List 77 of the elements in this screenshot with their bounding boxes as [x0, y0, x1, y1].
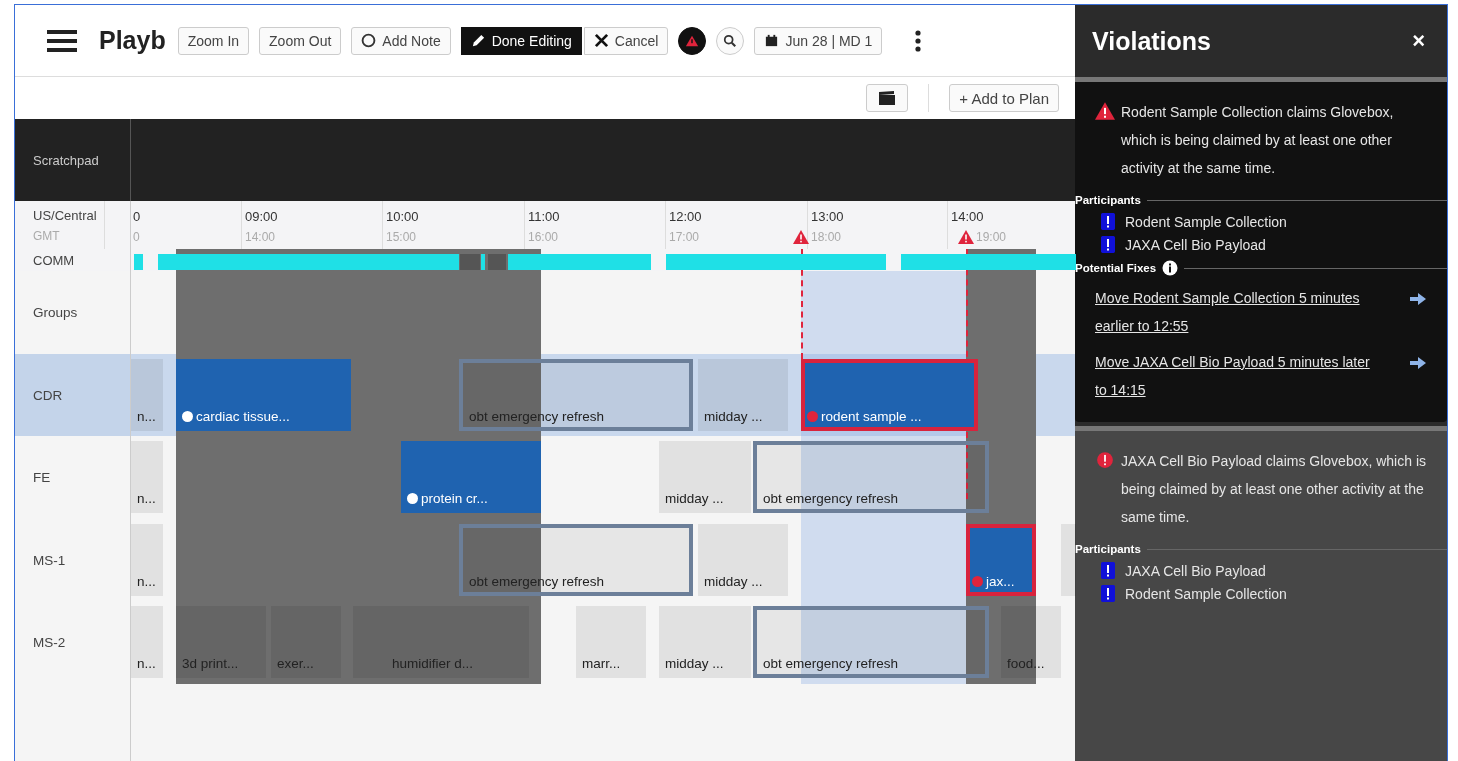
violations-button[interactable]	[678, 26, 707, 55]
activity-badge-icon	[1101, 213, 1115, 230]
toolbar-button[interactable]: Cancel	[583, 26, 669, 55]
time-tick-label: 0	[133, 230, 140, 244]
toolbar-button[interactable]: Zoom Out	[259, 26, 342, 55]
activity-badge-icon	[1101, 585, 1115, 602]
calendar-icon	[764, 33, 780, 48]
activity-block[interactable]: n...	[131, 524, 163, 596]
time-tick-label: 15:00	[386, 230, 417, 244]
panel-title: Violations	[1092, 26, 1211, 56]
pencil-icon	[470, 33, 486, 48]
time-tick-label: 14:00	[951, 209, 984, 224]
circle-icon	[361, 33, 377, 48]
activity-block[interactable]: rodent sample ...	[801, 359, 978, 431]
time-tick-label: 11:00	[528, 209, 560, 224]
time-tick-label: 12:00	[669, 209, 702, 224]
toolbar-button[interactable]: Add Note	[351, 26, 451, 55]
activity-block[interactable]: jax...	[966, 524, 1036, 596]
time-tick-label: 16:00	[528, 230, 559, 244]
activity-block[interactable]: n...	[131, 359, 163, 431]
fix-link[interactable]: Move Rodent Sample Collection 5 minutes earlier to 12:55	[1095, 284, 1370, 340]
participant-name: JAXA Cell Bio Payload	[1125, 562, 1266, 579]
activity-block[interactable]	[1061, 524, 1076, 596]
activity-badge-icon	[1101, 562, 1115, 579]
activity-block[interactable]: midday ...	[659, 606, 751, 678]
warning-icon	[1095, 102, 1115, 120]
menu-button[interactable]	[47, 28, 77, 53]
time-tick-label: 19:00	[976, 230, 1007, 244]
timezone-label: US/Central	[33, 207, 97, 223]
time-tick-label: 14:00	[245, 230, 276, 244]
activity-block[interactable]: n...	[131, 441, 163, 513]
add-to-plan-button[interactable]: + Add to Plan	[949, 84, 1059, 112]
section-label: Participants	[1075, 194, 1141, 206]
search-icon	[723, 33, 738, 48]
close-button[interactable]: ×	[1412, 28, 1425, 54]
activity-block[interactable]: marr...	[576, 606, 646, 678]
warning-icon	[793, 230, 809, 244]
section-label: Participants	[1075, 543, 1141, 555]
info-icon	[1162, 260, 1179, 276]
timezone-label: GMT	[33, 228, 60, 243]
toolbar-button[interactable]: Done Editing	[460, 26, 582, 55]
toolbar-button[interactable]: Zoom In	[177, 26, 250, 55]
participant-name: Rodent Sample Collection	[1125, 213, 1287, 230]
time-tick-label: 0	[133, 209, 141, 224]
violation-message: Rodent Sample Collection claims Glovebox, which is being claimed by at least one other activity at the same time.	[1121, 103, 1395, 178]
activity-block[interactable]: cardiac tissue...	[176, 359, 351, 431]
violation-card[interactable]: JAXA Cell Bio Payload claims Glovebox, which is being claimed by at least one other activity at the same time. Participants JAXA Cell Bio Payload Rodent Sample Collection	[1075, 426, 1447, 761]
participant-name: Rodent Sample Collection	[1125, 585, 1287, 602]
time-tick-label: 13:00	[811, 209, 844, 224]
activity-block[interactable]: midday ...	[659, 441, 751, 513]
time-tick-label: 17:00	[669, 230, 700, 244]
warning-icon	[958, 230, 974, 244]
time-tick-label: 10:00	[386, 209, 419, 224]
fix-link[interactable]: Move JAXA Cell Bio Payload 5 minutes later to 14:15	[1095, 348, 1370, 404]
row-label[interactable]: CDR	[15, 354, 131, 436]
activity-block[interactable]: obt emergency refresh	[753, 441, 989, 513]
clapperboard-button[interactable]	[866, 84, 909, 112]
activity-block[interactable]: n...	[131, 606, 163, 678]
participant-name: JAXA Cell Bio Payload	[1125, 236, 1266, 253]
arrow-icon[interactable]	[1409, 356, 1427, 370]
time-tick-label: 18:00	[811, 230, 842, 244]
violation-card[interactable]	[1075, 77, 1447, 422]
warning-icon	[1095, 451, 1115, 469]
section-label: Potential Fixes	[1075, 262, 1157, 274]
close-icon	[593, 33, 609, 48]
activity-block[interactable]: protein cr...	[401, 441, 541, 513]
time-tick-label: 09:00	[245, 209, 278, 224]
activity-block[interactable]: midday ...	[698, 359, 788, 431]
clapperboard-icon	[878, 91, 897, 105]
activity-block[interactable]: midday ...	[698, 524, 788, 596]
search-button[interactable]	[716, 26, 745, 55]
page-title: Playb	[99, 26, 166, 55]
activity-block[interactable]: obt emergency refresh	[753, 606, 989, 678]
activity-badge-icon	[1101, 236, 1115, 253]
date-button[interactable]: Jun 28 | MD 1	[754, 26, 883, 55]
violation-message: JAXA Cell Bio Payload claims Glovebox, which is being claimed by at least one other activity at the same time.	[1121, 452, 1428, 527]
arrow-icon[interactable]	[1409, 292, 1427, 306]
